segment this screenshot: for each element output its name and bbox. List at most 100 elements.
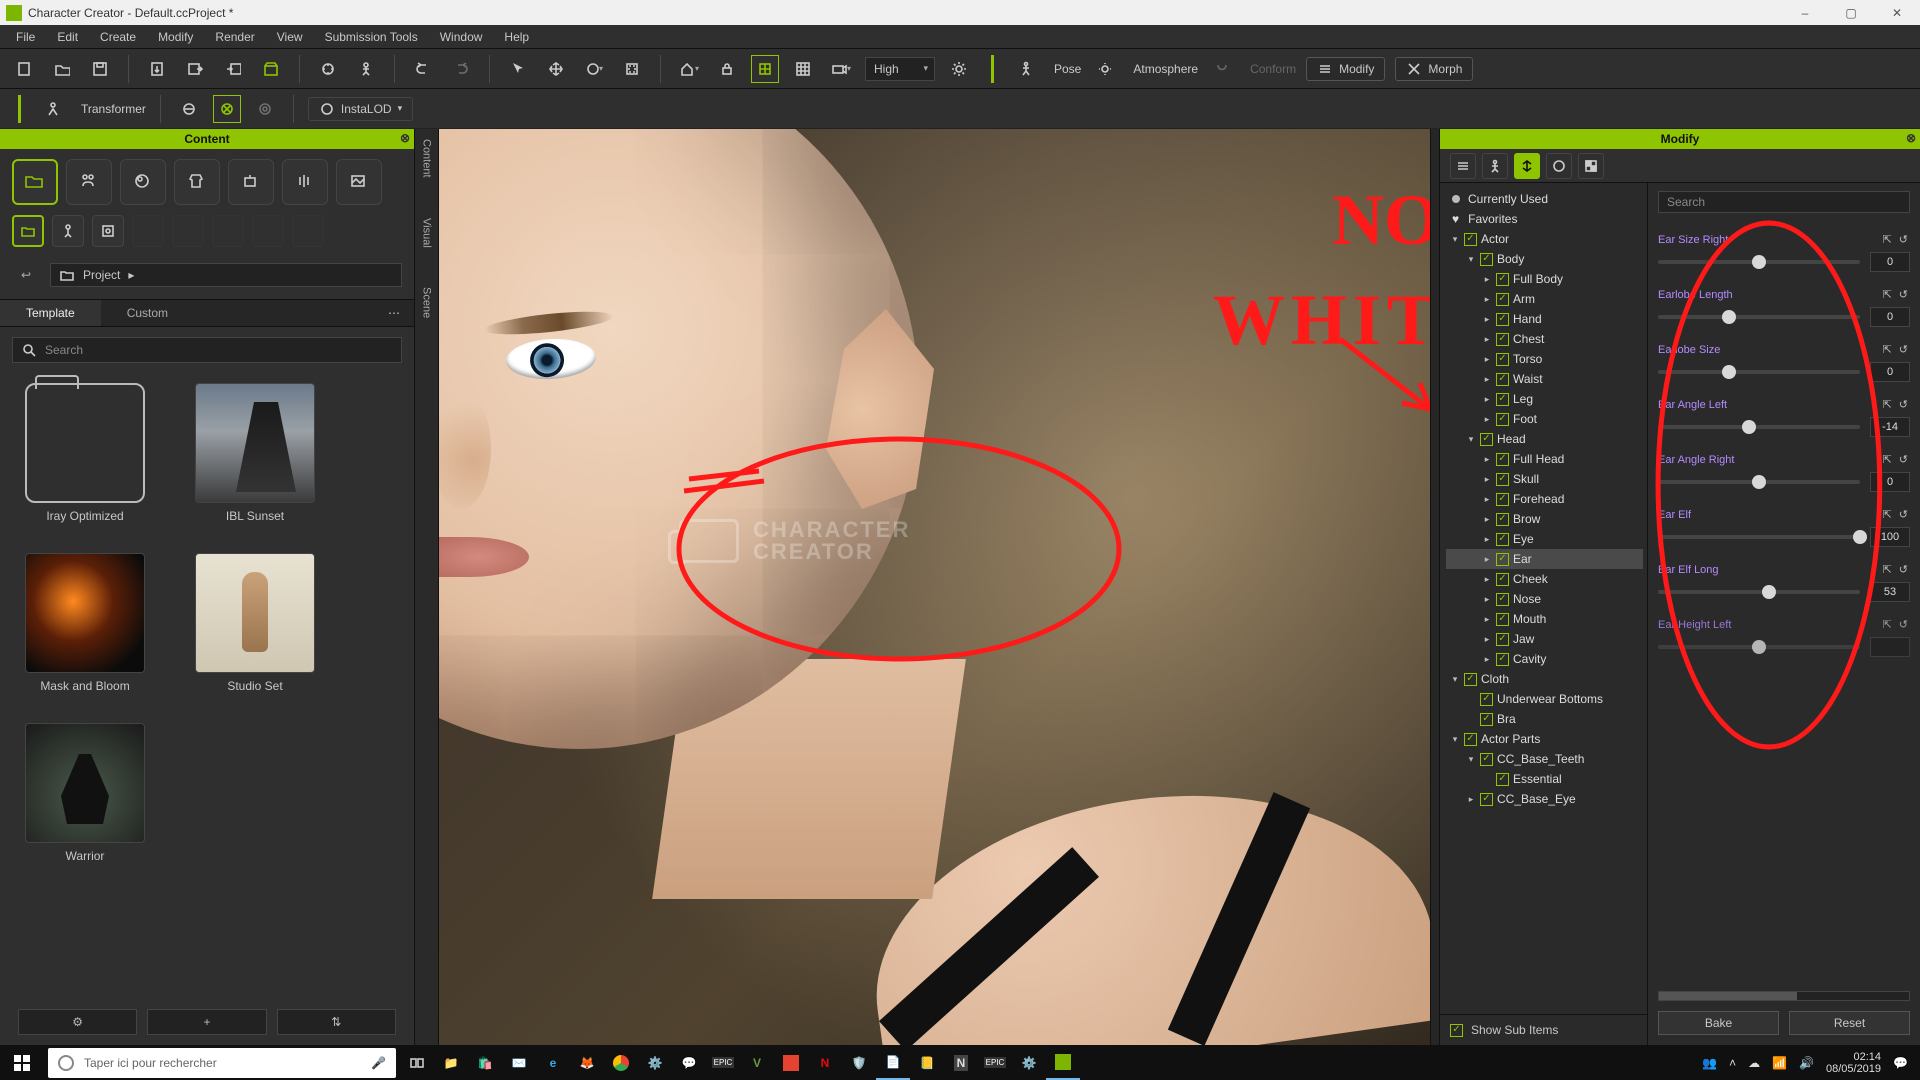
thumb-studio-set[interactable]: Studio Set: [190, 553, 320, 693]
tree-expand-icon[interactable]: ▾: [1450, 234, 1460, 245]
scale-tool[interactable]: [618, 55, 646, 83]
taskbar-app-steam-2[interactable]: ⚙️: [1012, 1045, 1046, 1080]
tray-notifications-icon[interactable]: 💬: [1893, 1056, 1908, 1070]
tree-checkbox[interactable]: ✓: [1464, 673, 1477, 686]
tree-expand-icon[interactable]: ▸: [1482, 554, 1492, 565]
modify-icon-pose[interactable]: [1482, 153, 1508, 179]
tree-checkbox[interactable]: ✓: [1496, 373, 1509, 386]
taskbar-app-chrome[interactable]: [604, 1045, 638, 1080]
modify-icon-texture[interactable]: [1578, 153, 1604, 179]
taskbar-app-store[interactable]: 🛍️: [468, 1045, 502, 1080]
slider-value[interactable]: 0: [1870, 252, 1910, 272]
tree-checkbox[interactable]: ✓: [1496, 573, 1509, 586]
tree-node-torso[interactable]: ▸✓Torso: [1446, 349, 1643, 369]
tree-expand-icon[interactable]: ▸: [1482, 374, 1492, 385]
mic-icon[interactable]: 🎤: [371, 1056, 386, 1070]
slider-thumb[interactable]: [1722, 365, 1736, 379]
tree-node-bra[interactable]: ✓Bra: [1446, 709, 1643, 729]
taskbar-app-epic[interactable]: EPIC: [706, 1045, 740, 1080]
tree-checkbox[interactable]: ✓: [1480, 253, 1493, 266]
tree-node-brow[interactable]: ▸✓Brow: [1446, 509, 1643, 529]
tree-checkbox[interactable]: ✓: [1496, 513, 1509, 526]
taskbar-app-netflix[interactable]: N: [808, 1045, 842, 1080]
tree-node-cc_base_teeth[interactable]: ▾✓CC_Base_Teeth: [1446, 749, 1643, 769]
window-close-button[interactable]: ✕: [1874, 0, 1920, 25]
tree-expand-icon[interactable]: ▸: [1482, 494, 1492, 505]
atmosphere-label[interactable]: Atmosphere: [1133, 62, 1198, 76]
breadcrumb[interactable]: Project ▸: [50, 263, 402, 287]
tray-cloud-icon[interactable]: ☁: [1748, 1056, 1760, 1070]
taskbar-app-notepad[interactable]: 📄: [876, 1045, 910, 1080]
light-button[interactable]: [945, 55, 973, 83]
tree-checkbox[interactable]: ✓: [1480, 713, 1493, 726]
export-button[interactable]: [143, 55, 171, 83]
tab-template[interactable]: Template: [0, 300, 101, 326]
pose-mode-icon[interactable]: [1012, 55, 1040, 83]
slider-track[interactable]: [1658, 370, 1860, 374]
tray-volume-icon[interactable]: 🔊: [1799, 1056, 1814, 1070]
content-panel-close[interactable]: ⊗: [400, 131, 410, 145]
slider-track[interactable]: [1658, 260, 1860, 264]
tree-expand-icon[interactable]: ▸: [1482, 634, 1492, 645]
morph-mode-button[interactable]: Morph: [1395, 57, 1473, 81]
menu-submission-tools[interactable]: Submission Tools: [315, 27, 428, 47]
slider-value[interactable]: 0: [1870, 362, 1910, 382]
open-project-button[interactable]: [48, 55, 76, 83]
tree-expand-icon[interactable]: ▾: [1450, 674, 1460, 685]
tree-node-cheek[interactable]: ▸✓Cheek: [1446, 569, 1643, 589]
pose-label[interactable]: Pose: [1054, 62, 1081, 76]
side-tab-content[interactable]: Content: [421, 139, 433, 178]
tree-expand-icon[interactable]: ▸: [1482, 414, 1492, 425]
tree-checkbox[interactable]: ✓: [1496, 453, 1509, 466]
slider-thumb[interactable]: [1752, 475, 1766, 489]
tree-checkbox[interactable]: ✓: [1464, 233, 1477, 246]
tree-node-actor[interactable]: ▾✓Actor: [1446, 229, 1643, 249]
viewport[interactable]: CHARACTER CREATOR NO WHITE: [439, 129, 1430, 1045]
tree-checkbox[interactable]: ✓: [1496, 393, 1509, 406]
content-cat-avatar[interactable]: [66, 159, 112, 205]
tray-wifi-icon[interactable]: 📶: [1772, 1056, 1787, 1070]
side-tab-visual[interactable]: Visual: [421, 218, 433, 248]
tree-node-mouth[interactable]: ▸✓Mouth: [1446, 609, 1643, 629]
import-button[interactable]: [219, 55, 247, 83]
slider-thumb[interactable]: [1752, 640, 1766, 654]
slider-reset-icon[interactable]: ⇱ ↺: [1883, 398, 1911, 411]
atmosphere-icon[interactable]: [1091, 55, 1119, 83]
tree-favorites[interactable]: ♥Favorites: [1446, 209, 1643, 229]
tray-chevron-icon[interactable]: ˄: [1729, 1056, 1736, 1070]
quality-dropdown[interactable]: High: [865, 57, 935, 81]
tree-node-hand[interactable]: ▸✓Hand: [1446, 309, 1643, 329]
taskbar-app-notes[interactable]: 📒: [910, 1045, 944, 1080]
slider-track[interactable]: [1658, 480, 1860, 484]
content-sub-light[interactable]: [92, 215, 124, 247]
side-tab-scene[interactable]: Scene: [421, 287, 433, 318]
marketplace-button[interactable]: [257, 55, 285, 83]
tray-clock[interactable]: 02:14 08/05/2019: [1826, 1051, 1881, 1075]
tree-checkbox[interactable]: ✓: [1496, 533, 1509, 546]
tree-expand-icon[interactable]: ▸: [1482, 574, 1492, 585]
slider-thumb[interactable]: [1722, 310, 1736, 324]
tree-node-waist[interactable]: ▸✓Waist: [1446, 369, 1643, 389]
tree-checkbox[interactable]: ✓: [1480, 753, 1493, 766]
tree-expand-icon[interactable]: ▾: [1450, 734, 1460, 745]
content-cat-material[interactable]: [120, 159, 166, 205]
taskbar-app-explorer[interactable]: 📁: [434, 1045, 468, 1080]
tree-expand-icon[interactable]: ▸: [1482, 594, 1492, 605]
menu-window[interactable]: Window: [430, 27, 493, 47]
tree-expand-icon[interactable]: ▾: [1466, 754, 1476, 765]
tree-currently-used[interactable]: Currently Used: [1446, 189, 1643, 209]
content-view-button[interactable]: ⇅: [277, 1009, 396, 1035]
tree-checkbox[interactable]: ✓: [1496, 313, 1509, 326]
slider-track[interactable]: [1658, 645, 1860, 649]
slider-reset-icon[interactable]: ⇱ ↺: [1883, 233, 1911, 246]
tree-checkbox[interactable]: ✓: [1496, 473, 1509, 486]
thumb-ibl-sunset[interactable]: IBL Sunset: [190, 383, 320, 523]
rotate-tool[interactable]: ▾: [580, 55, 608, 83]
slider-reset-icon[interactable]: ⇱ ↺: [1883, 618, 1911, 631]
taskbar-app-edge[interactable]: e: [536, 1045, 570, 1080]
tree-node-cc_base_eye[interactable]: ▸✓CC_Base_Eye: [1446, 789, 1643, 809]
window-minimize-button[interactable]: –: [1782, 0, 1828, 25]
tree-node-cavity[interactable]: ▸✓Cavity: [1446, 649, 1643, 669]
mesh-tool-b[interactable]: [213, 95, 241, 123]
pose-reset-button[interactable]: [352, 55, 380, 83]
